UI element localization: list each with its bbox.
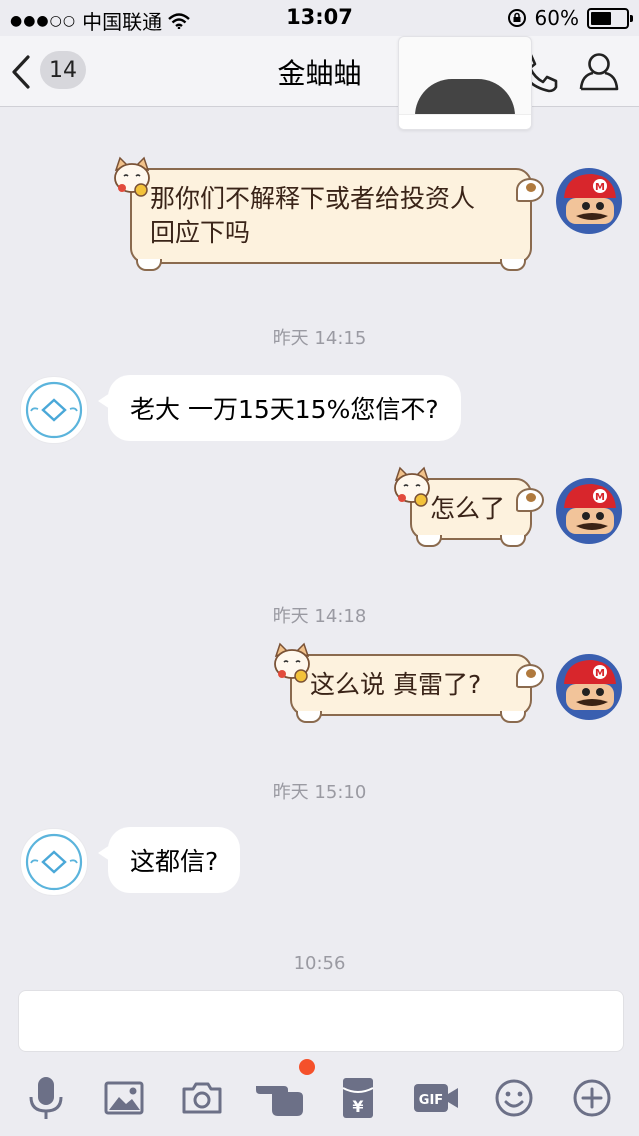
camera-button[interactable] (176, 1072, 228, 1124)
bubble-cat-paw (416, 535, 442, 547)
mario-avatar-icon: M (556, 478, 622, 544)
notification-dot (299, 1059, 315, 1075)
mario-avatar-icon: M (556, 168, 622, 234)
message-text: 这都信? (130, 847, 219, 876)
preview-thumbnail (415, 79, 515, 119)
bubble-cat-ear (516, 178, 544, 202)
battery-icon (587, 7, 633, 29)
bubble-cat-paw (500, 711, 526, 723)
bubble-cat-paw (500, 259, 526, 271)
red-packet-button[interactable]: ¥ (332, 1072, 384, 1124)
bubble-cat-ear (516, 488, 544, 512)
gif-button[interactable]: GIF (410, 1072, 462, 1124)
message-text: 老大 一万15天15%您信不? (130, 395, 439, 424)
diamond-logo-icon (25, 833, 83, 891)
my-avatar[interactable]: M (556, 478, 622, 544)
message-text: 这么说 真雷了? (310, 670, 482, 699)
message-text-line: 回应下吗 (150, 218, 251, 247)
message-text: 怎么了 (430, 494, 506, 523)
emoji-button[interactable] (488, 1072, 540, 1124)
chat-toolbar: ¥ GIF (0, 1060, 639, 1136)
mario-avatar-icon: M (556, 654, 622, 720)
lucky-cat-icon (274, 642, 310, 683)
diamond-logo-icon (25, 381, 83, 439)
lucky-cat-icon (394, 466, 430, 507)
timestamp: 昨天 14:18 (272, 606, 367, 627)
contact-profile-icon[interactable] (578, 51, 620, 91)
floating-preview-window[interactable] (398, 36, 532, 130)
message-input[interactable] (18, 990, 624, 1052)
my-avatar[interactable]: M (556, 654, 622, 720)
message-bubble[interactable]: 那你们不解释下或者给投资人 回应下吗 (130, 168, 544, 271)
bubble-cat-paw (136, 259, 162, 271)
message-bubble[interactable]: 这么说 真雷了? (290, 654, 544, 723)
status-bar: ●●●○○ 中国联通 13:07 60% (0, 0, 639, 36)
gif-label: GIF (419, 1093, 443, 1108)
voice-button[interactable] (20, 1072, 72, 1124)
svg-text:M: M (595, 668, 605, 679)
microphone-icon (29, 1077, 63, 1119)
poke-button[interactable] (254, 1072, 306, 1124)
nav-bar: 14 金蚰蚰 (0, 36, 639, 107)
image-icon (104, 1081, 144, 1115)
message-text-line: 那你们不解释下或者给投资人 (150, 184, 476, 213)
red-packet-icon: ¥ (342, 1078, 374, 1118)
battery-info: 60% (507, 6, 633, 30)
more-button[interactable] (566, 1072, 618, 1124)
contact-avatar[interactable] (20, 376, 88, 444)
timestamp: 昨天 15:10 (272, 782, 367, 803)
timestamp: 昨天 14:15 (272, 328, 367, 349)
gif-icon: GIF (414, 1084, 458, 1112)
camera-icon (182, 1082, 222, 1114)
bubble-cat-ear (516, 664, 544, 688)
bubble-cat-paw (296, 711, 322, 723)
red-packet-glyph: ¥ (352, 1097, 363, 1116)
my-avatar[interactable]: M (556, 168, 622, 234)
poke-icon (256, 1086, 303, 1116)
message-bubble[interactable]: 老大 一万15天15%您信不? (98, 375, 461, 441)
contact-avatar[interactable] (20, 828, 88, 896)
battery-percent: 60% (534, 6, 579, 30)
timestamp: 10:56 (293, 953, 346, 974)
svg-text:M: M (595, 182, 605, 193)
message-bubble[interactable]: 这都信? (97, 827, 241, 893)
lucky-cat-icon (114, 156, 150, 197)
rotation-lock-icon (507, 9, 526, 27)
preview-footer (399, 114, 531, 129)
bubble-cat-paw (500, 535, 526, 547)
plus-icon (573, 1079, 611, 1117)
emoji-icon (495, 1079, 533, 1117)
photo-button[interactable] (98, 1072, 150, 1124)
svg-text:M: M (595, 492, 605, 503)
